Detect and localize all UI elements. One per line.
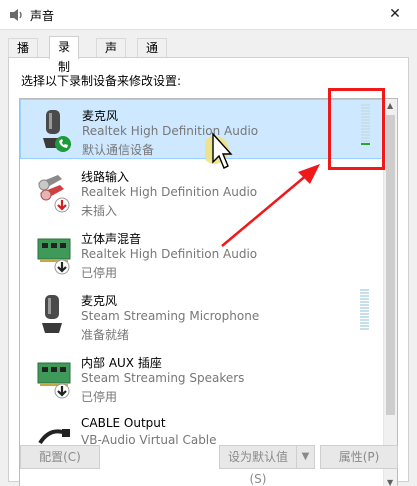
mouse-cursor-icon bbox=[205, 132, 233, 169]
tab-recording[interactable]: 录制 bbox=[49, 36, 80, 74]
